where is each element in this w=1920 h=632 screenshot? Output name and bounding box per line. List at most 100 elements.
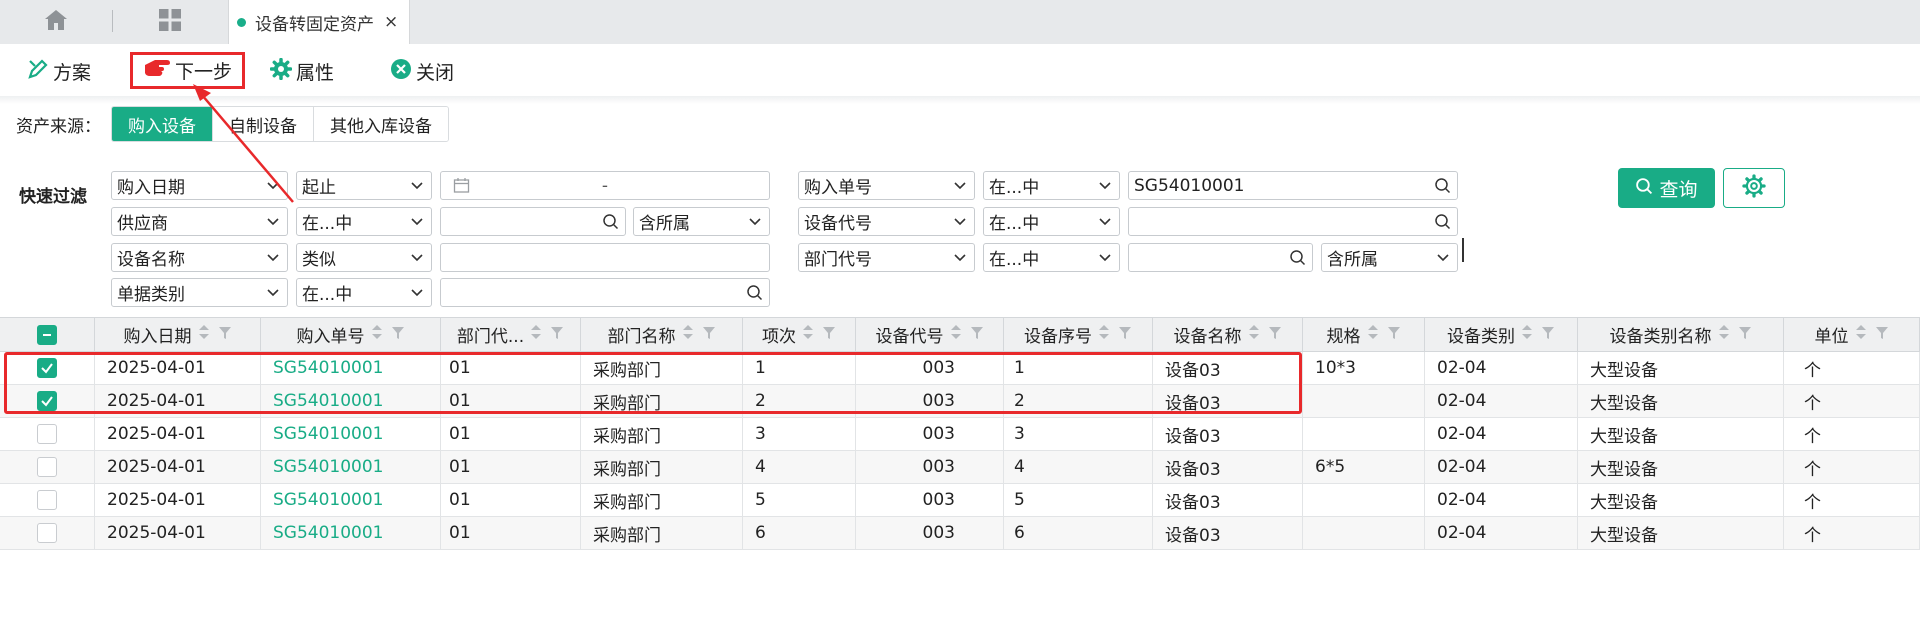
filter-icon[interactable]	[1118, 325, 1132, 345]
select-all-checkbox[interactable]	[0, 318, 95, 351]
filter-icon[interactable]	[1387, 325, 1401, 345]
table-row[interactable]: 2025-04-01 SG54010001 01 采购部门 4 003 4 设备03 6*5 02…	[0, 451, 1920, 484]
column-header[interactable]: 部门代...	[441, 318, 581, 351]
scheme-button[interactable]: 方案	[27, 54, 91, 88]
sort-icon[interactable]	[1248, 324, 1260, 345]
column-header[interactable]: 设备序号	[1004, 318, 1153, 351]
filter-field-1-1[interactable]: 购入日期	[111, 171, 288, 200]
sort-icon[interactable]	[198, 324, 210, 345]
table-row[interactable]: 2025-04-01 SG54010001 01 采购部门 2 003 2 设备03 02-04…	[0, 385, 1920, 418]
filter-op-1-2[interactable]: 在...中	[983, 171, 1120, 200]
next-step-button[interactable]: 下一步	[130, 52, 245, 89]
sort-icon[interactable]	[1855, 324, 1867, 345]
column-header[interactable]: 购入单号	[261, 318, 441, 351]
home-button[interactable]	[30, 6, 82, 38]
filter-icon[interactable]	[1738, 325, 1752, 345]
filter-icon[interactable]	[550, 325, 564, 345]
column-header[interactable]: 设备类别	[1425, 318, 1578, 351]
table-row[interactable]: 2025-04-01 SG54010001 01 采购部门 5 003 5 设备03 02-04…	[0, 484, 1920, 517]
search-icon[interactable]	[602, 213, 619, 235]
purchase-no-link[interactable]: SG54010001	[261, 484, 441, 516]
filter-op-3-2[interactable]: 在...中	[983, 243, 1120, 272]
table-row[interactable]: 2025-04-01 SG54010001 01 采购部门 3 003 3 设备03 02-04…	[0, 418, 1920, 451]
supplier-scope-select[interactable]: 含所属	[633, 207, 770, 236]
sort-icon[interactable]	[530, 324, 542, 345]
purchase-no-link[interactable]: SG54010001	[261, 451, 441, 483]
sort-icon[interactable]	[1718, 324, 1730, 345]
filter-field-2-1[interactable]: 供应商	[111, 207, 288, 236]
column-header[interactable]: 部门名称	[581, 318, 743, 351]
column-header[interactable]: 项次	[743, 318, 856, 351]
filter-op-2-1[interactable]: 在...中	[296, 207, 432, 236]
search-icon[interactable]	[1434, 213, 1451, 235]
department-scope-select[interactable]: 含所属	[1321, 243, 1458, 272]
filter-icon[interactable]	[1541, 325, 1555, 345]
row-checkbox[interactable]	[0, 418, 95, 450]
filter-icon[interactable]	[702, 325, 716, 345]
filter-icon[interactable]	[218, 325, 232, 345]
column-header[interactable]: 设备代号	[856, 318, 1004, 351]
equipment-name-input[interactable]	[440, 243, 770, 272]
sort-icon[interactable]	[1521, 324, 1533, 345]
source-self-made[interactable]: 自制设备	[212, 107, 313, 141]
filter-icon[interactable]	[970, 325, 984, 345]
date-range-input[interactable]: -	[440, 171, 770, 200]
purchase-no-input[interactable]: SG54010001	[1128, 171, 1458, 200]
query-settings-button[interactable]	[1723, 168, 1785, 208]
row-checkbox[interactable]	[0, 352, 95, 384]
equipment-code-input[interactable]	[1128, 207, 1458, 236]
sort-icon[interactable]	[950, 324, 962, 345]
filter-op-text: 在...中	[989, 214, 1040, 234]
sort-icon[interactable]	[682, 324, 694, 345]
filter-op-3-1[interactable]: 类似	[296, 243, 432, 272]
supplier-input[interactable]	[440, 207, 626, 236]
column-header[interactable]: 购入日期	[95, 318, 261, 351]
filter-icon[interactable]	[822, 325, 836, 345]
search-icon[interactable]	[1289, 249, 1306, 271]
filter-field-3-2[interactable]: 部门代号	[798, 243, 975, 272]
filter-field-3-1[interactable]: 设备名称	[111, 243, 288, 272]
filter-op-2-2[interactable]: 在...中	[983, 207, 1120, 236]
search-icon[interactable]	[1434, 177, 1451, 199]
filter-field-4-1[interactable]: 单据类别	[111, 278, 288, 307]
column-header[interactable]: 设备类别名称	[1578, 318, 1784, 351]
filter-op-1-1[interactable]: 起止	[296, 171, 432, 200]
purchase-no-link[interactable]: SG54010001	[261, 352, 441, 384]
properties-button[interactable]: 属性	[269, 54, 334, 88]
purchase-no-value: SG54010001	[1134, 175, 1245, 196]
row-checkbox[interactable]	[0, 517, 95, 549]
query-button[interactable]: 查询	[1618, 168, 1715, 208]
search-icon[interactable]	[746, 284, 763, 306]
close-button[interactable]: 关闭	[390, 54, 454, 88]
column-header[interactable]: 设备名称	[1153, 318, 1303, 351]
sort-icon[interactable]	[371, 324, 383, 345]
row-checkbox[interactable]	[0, 451, 95, 483]
sort-icon[interactable]	[802, 324, 814, 345]
filter-icon[interactable]	[391, 325, 405, 345]
close-icon[interactable]: ×	[384, 12, 398, 32]
source-other-inbound[interactable]: 其他入库设备	[313, 107, 448, 141]
column-header[interactable]: 单位	[1784, 318, 1920, 351]
row-checkbox[interactable]	[0, 385, 95, 417]
purchase-no-link[interactable]: SG54010001	[261, 385, 441, 417]
filter-field-2-2[interactable]: 设备代号	[798, 207, 975, 236]
filter-icon[interactable]	[1268, 325, 1282, 345]
row-checkbox[interactable]	[0, 484, 95, 516]
table-row[interactable]: 2025-04-01 SG54010001 01 采购部门 1 003 1 设备03 10*3 0…	[0, 352, 1920, 385]
sort-icon[interactable]	[1098, 324, 1110, 345]
source-purchased[interactable]: 购入设备	[112, 107, 212, 141]
tab-equipment-to-fixed-asset[interactable]: 设备转固定资产 ×	[228, 0, 410, 44]
purchase-no-link[interactable]: SG54010001	[261, 517, 441, 549]
department-code-input[interactable]	[1128, 243, 1313, 272]
filter-op-4-1[interactable]: 在...中	[296, 278, 432, 307]
filter-field-1-2[interactable]: 购入单号	[798, 171, 975, 200]
table-row[interactable]: 2025-04-01 SG54010001 01 采购部门 6 003 6 设备03 02-04…	[0, 517, 1920, 550]
column-header-label: 购入单号	[296, 327, 365, 347]
column-header[interactable]: 规格	[1303, 318, 1425, 351]
next-step-label: 下一步	[174, 61, 232, 83]
sort-icon[interactable]	[1367, 324, 1379, 345]
purchase-no-link[interactable]: SG54010001	[261, 418, 441, 450]
doc-type-input[interactable]	[440, 278, 770, 307]
apps-grid-button[interactable]	[145, 6, 195, 38]
filter-icon[interactable]	[1875, 325, 1889, 345]
